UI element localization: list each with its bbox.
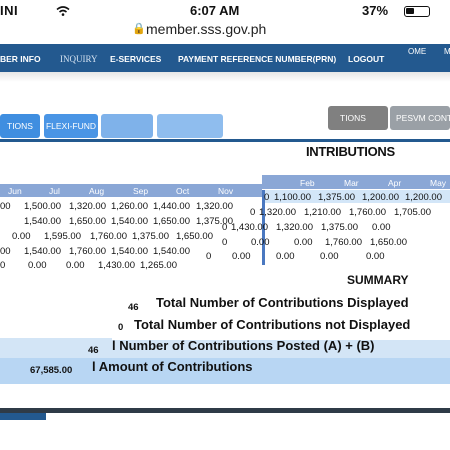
main-nav: BER INFO INQUIRY E-SERVICES PAYMENT REFE… [0,44,450,72]
table-cell: 1,210.00 [304,207,341,218]
nav-prn[interactable]: PAYMENT REFERENCE NUMBER(PRN) [178,54,336,64]
status-bar: INI 6:07 AM 37% [0,0,450,22]
summary-label: Total Number of Contributions not Displa… [134,317,411,332]
table-cell: 0 [206,251,212,262]
battery-percent: 37% [362,3,389,18]
column-header: Apr [388,178,402,188]
table-cell: 00 [0,201,11,212]
carrier-label: INI [0,3,19,18]
table-cell: 1,430.00 [98,260,135,271]
table-cell: 1,650.00 [69,216,106,227]
table-cell: 1,320.00 [196,201,233,212]
nav-member-info[interactable]: BER INFO [0,54,41,64]
table-cell: 1,320.00 [69,201,106,212]
table-cell: 1,650.00 [370,237,407,248]
section-title: INTRIBUTIONS [306,144,395,159]
table-cell: 0.00 [251,237,270,248]
table-cell: 0 [0,260,6,271]
table-cell: 0.00 [372,222,391,233]
table-cell: 00 [0,246,11,257]
table-cell: 1,100.00 [274,192,311,203]
table-cell: 1,650.00 [176,231,213,242]
section-divider [0,139,450,142]
table-cell: 1,320.00 [276,222,313,233]
table-cell: 1,375.00 [132,231,169,242]
column-header: Mar [344,178,359,188]
nav-inquiry[interactable]: INQUIRY [60,54,98,64]
table-cell: 0.00 [276,251,295,262]
summary-value: 46 [128,302,139,313]
summary-title: SUMMARY [347,273,409,287]
table-cell: 1,760.00 [325,237,362,248]
table-cell: 1,705.00 [394,207,431,218]
battery-icon [404,6,430,17]
table-cell: 1,760.00 [349,207,386,218]
table-cell: 0.00 [28,260,47,271]
table-cell: 0.00 [66,260,85,271]
table-cell: 1,375.00 [196,216,233,227]
nav-extra[interactable]: M [444,47,450,56]
table-cell: 0.00 [294,237,313,248]
table-cell: 0.00 [366,251,385,262]
wifi-icon [56,6,70,16]
table-cell: 1,375.00 [318,192,355,203]
table-cell: 1,540.00 [24,246,61,257]
table-cell: 0.00 [320,251,339,262]
column-header: Oct [176,186,190,196]
summary-label: l Number of Contributions Posted (A) + (… [112,338,375,353]
column-header: Feb [300,178,315,188]
table-cell: 1,440.00 [153,201,190,212]
table-cell: 0.00 [232,251,251,262]
summary-value: 46 [88,345,99,356]
table-cell: 1,540.00 [111,246,148,257]
table-cell: 1,320.00 [259,207,296,218]
footer-accent [0,413,46,420]
table-cell: 1,540.00 [153,246,190,257]
url-text: member.sss.gov.ph [146,21,267,37]
table-cell: 1,200.00 [405,192,442,203]
clock: 6:07 AM [190,3,240,18]
table-cell: 1,650.00 [153,216,190,227]
tab-unlabeled-2[interactable] [157,114,223,138]
table-cell: 1,595.00 [44,231,81,242]
table-cell: 0 [264,192,270,203]
table-cell: 1,760.00 [90,231,127,242]
column-header: May [430,178,447,188]
summary-value: 67,585.00 [30,365,73,376]
address-bar[interactable]: 🔒 member.sss.gov.ph [0,20,450,40]
column-header: Nov [218,186,234,196]
table-cell: 1,200.00 [362,192,399,203]
summary-value: 0 [118,322,124,333]
tab-contributions-right[interactable]: TIONS [328,106,388,130]
nav-home[interactable]: OME [408,47,426,56]
nav-logout[interactable]: LOGOUT [348,54,384,64]
table-cell: 0 [250,207,256,218]
tab-contributions[interactable]: TIONS [0,114,40,138]
tab-flexi-fund[interactable]: FLEXI-FUND [44,114,98,138]
table-cell: 0.00 [12,231,31,242]
column-header: Sep [133,186,149,196]
nav-shadow [0,72,450,82]
table-cell: 1,540.00 [111,216,148,227]
nav-e-services[interactable]: E-SERVICES [110,54,161,64]
table-cell: 0 [222,237,228,248]
table-cell: 0 [222,222,228,233]
summary-label: l Amount of Contributions [92,359,253,374]
lock-icon: 🔒 [132,23,146,35]
tab-pesvm-contr[interactable]: PESVM CONTR [390,106,450,130]
table-cell: 1,260.00 [111,201,148,212]
table-cell: 1,265.00 [140,260,177,271]
table-cell: 1,375.00 [321,222,358,233]
column-header: Jun [8,186,22,196]
table-cell: 1,430.00 [231,222,268,233]
tab-unlabeled-1[interactable] [101,114,153,138]
column-header: Jul [49,186,60,196]
summary-label: Total Number of Contributions Displayed [156,295,409,310]
table-cell: 1,540.00 [24,216,61,227]
footer-divider [0,408,450,413]
column-header: Aug [89,186,105,196]
table-cell: 1,760.00 [69,246,106,257]
table-cell: 1,500.00 [24,201,61,212]
